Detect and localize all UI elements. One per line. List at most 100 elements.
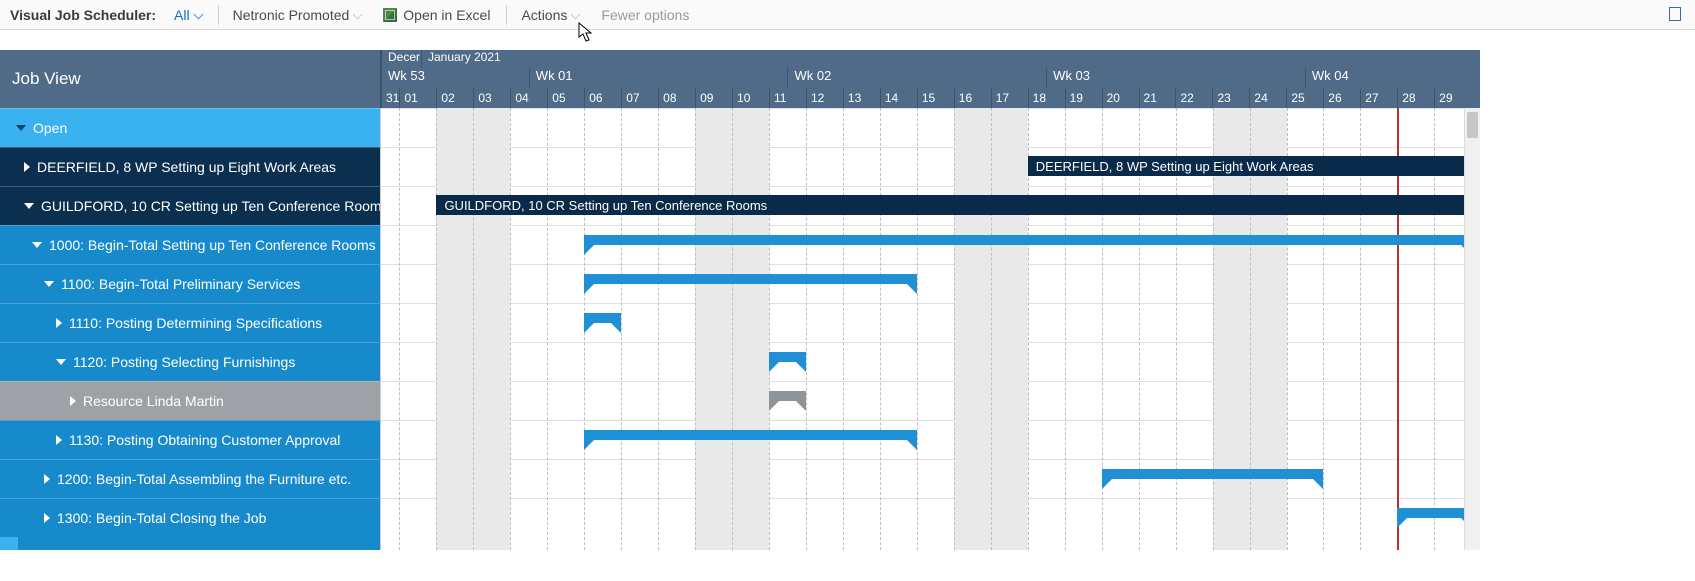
tree-row-label: DEERFIELD, 8 WP Setting up Eight Work Ar… <box>37 159 336 175</box>
gantt-bracket-b1120[interactable] <box>769 352 806 362</box>
day-cell: 22 <box>1175 88 1212 108</box>
tree-row-label: 1300: Begin-Total Closing the Job <box>57 510 266 526</box>
th-week-cell: Wk 02 <box>787 68 1046 88</box>
day-cell: 29 <box>1434 88 1471 108</box>
actions-label: Actions <box>521 7 567 23</box>
caret-down-icon <box>32 242 42 248</box>
th-week-cell: Wk 04 <box>1305 68 1480 88</box>
tree-row-guildford[interactable]: GUILDFORD, 10 CR Setting up Ten Conferen… <box>0 186 380 225</box>
day-cell: 06 <box>584 88 621 108</box>
th-week-cell: Wk 01 <box>529 68 788 88</box>
day-cell: 19 <box>1065 88 1102 108</box>
day-cell: 09 <box>695 88 732 108</box>
tree-row-t1120[interactable]: 1120: Posting Selecting Furnishings <box>0 342 380 381</box>
day-cell: 03 <box>473 88 510 108</box>
day-cell: 12 <box>806 88 843 108</box>
day-cell: 23 <box>1212 88 1249 108</box>
day-cell: 08 <box>658 88 695 108</box>
day-cell: 20 <box>1102 88 1139 108</box>
tree-row-t1130[interactable]: 1130: Posting Obtaining Customer Approva… <box>0 420 380 459</box>
gantt-bracket-b1110[interactable] <box>584 313 621 323</box>
open-in-excel[interactable]: Open in Excel <box>383 7 490 23</box>
th-month-cell: January 2021 <box>421 50 1480 68</box>
tree-row-open[interactable]: Open <box>0 108 380 147</box>
caret-down-icon <box>24 203 34 209</box>
day-cell: 25 <box>1286 88 1323 108</box>
caret-right-icon <box>44 474 50 484</box>
gantt-bracket-b1000[interactable] <box>584 235 1471 245</box>
chevron-down-icon <box>193 10 203 20</box>
filter-all[interactable]: All <box>174 7 202 23</box>
tree-row-t1300[interactable]: 1300: Begin-Total Closing the Job <box>0 498 380 537</box>
tree-row-deerfield[interactable]: DEERFIELD, 8 WP Setting up Eight Work Ar… <box>0 147 380 186</box>
chevron-down-icon <box>571 10 581 20</box>
job-tree: Job View Open DEERFIELD, 8 WP Setting up … <box>0 50 380 550</box>
day-cell: 24 <box>1249 88 1286 108</box>
tree-list: Open DEERFIELD, 8 WP Setting up Eight Wor… <box>0 108 380 550</box>
actions-menu[interactable]: Actions <box>521 7 579 23</box>
gantt-bar-deerfield[interactable]: DEERFIELD, 8 WP Setting up Eight Work Ar… <box>1028 156 1472 176</box>
day-cell: 02 <box>436 88 473 108</box>
caret-right-icon <box>70 396 76 406</box>
tree-row-res[interactable]: Resource Linda Martin <box>0 381 380 420</box>
tree-row-label: 1000: Begin-Total Setting up Ten Confere… <box>49 237 376 253</box>
fewer-options[interactable]: Fewer options <box>601 7 689 23</box>
tree-row-label: 1130: Posting Obtaining Customer Approva… <box>69 432 340 448</box>
tree-row-t1000[interactable]: 1000: Begin-Total Setting up Ten Confere… <box>0 225 380 264</box>
grid-row <box>381 498 1480 537</box>
netronic-promoted-label: Netronic Promoted <box>233 7 350 23</box>
timeline-body[interactable]: DEERFIELD, 8 WP Setting up Eight Work Ar… <box>380 108 1480 550</box>
gantt-bracket-b1300[interactable] <box>1397 508 1471 518</box>
day-separator <box>399 108 400 550</box>
expand-icon[interactable] <box>1669 7 1681 21</box>
gantt-bracket-b1130[interactable] <box>584 430 917 440</box>
day-cell: 27 <box>1360 88 1397 108</box>
scheduler: Job View Open DEERFIELD, 8 WP Setting up … <box>0 50 1480 550</box>
tree-row-label: Open <box>33 120 67 136</box>
caret-right-icon <box>56 435 62 445</box>
day-cell: 05 <box>547 88 584 108</box>
gantt-bracket-b1200[interactable] <box>1102 469 1324 479</box>
th-month-cell: Decer <box>381 50 421 68</box>
grid-row <box>381 342 1480 381</box>
day-separator <box>473 108 474 550</box>
grid-row <box>381 420 1480 459</box>
day-cell: 31 <box>381 88 399 108</box>
day-cell: 28 <box>1397 88 1434 108</box>
day-separator <box>547 108 548 550</box>
netronic-promoted[interactable]: Netronic Promoted <box>233 7 362 23</box>
day-separator <box>769 108 770 550</box>
day-separator <box>436 108 437 550</box>
caret-down-icon <box>16 125 26 131</box>
tree-row-label: GUILDFORD, 10 CR Setting up Ten Conferen… <box>41 198 389 214</box>
gantt-bracket-b1100[interactable] <box>584 274 917 284</box>
filter-all-label: All <box>174 7 190 23</box>
day-cell: 01 <box>399 88 436 108</box>
day-separator <box>917 108 918 550</box>
scrollbar-thumb[interactable] <box>1467 112 1478 138</box>
tree-row-t1110[interactable]: 1110: Posting Determining Specifications <box>0 303 380 342</box>
day-cell: 15 <box>917 88 954 108</box>
day-separator <box>695 108 696 550</box>
gantt-bracket-bres[interactable] <box>769 391 806 401</box>
day-separator <box>991 108 992 550</box>
separator-icon <box>218 5 219 25</box>
day-cell: 11 <box>769 88 806 108</box>
day-separator <box>806 108 807 550</box>
tree-row-t1100[interactable]: 1100: Begin-Total Preliminary Services <box>0 264 380 303</box>
gantt-bar-guildford[interactable]: GUILDFORD, 10 CR Setting up Ten Conferen… <box>436 195 1471 215</box>
day-separator <box>658 108 659 550</box>
day-cell: 10 <box>732 88 769 108</box>
day-cell: 16 <box>954 88 991 108</box>
job-view-header: Job View <box>0 50 380 108</box>
chevron-down-icon <box>353 10 363 20</box>
caret-right-icon <box>24 162 30 172</box>
tree-row-label: 1110: Posting Determining Specifications <box>69 315 322 331</box>
day-separator <box>621 108 622 550</box>
day-cell: 14 <box>880 88 917 108</box>
tree-row-t1200[interactable]: 1200: Begin-Total Assembling the Furnitu… <box>0 459 380 498</box>
tree-row-label: 1200: Begin-Total Assembling the Furnitu… <box>57 471 351 487</box>
vertical-scrollbar[interactable] <box>1464 108 1480 550</box>
day-cell: 21 <box>1139 88 1176 108</box>
day-cell: 17 <box>991 88 1028 108</box>
